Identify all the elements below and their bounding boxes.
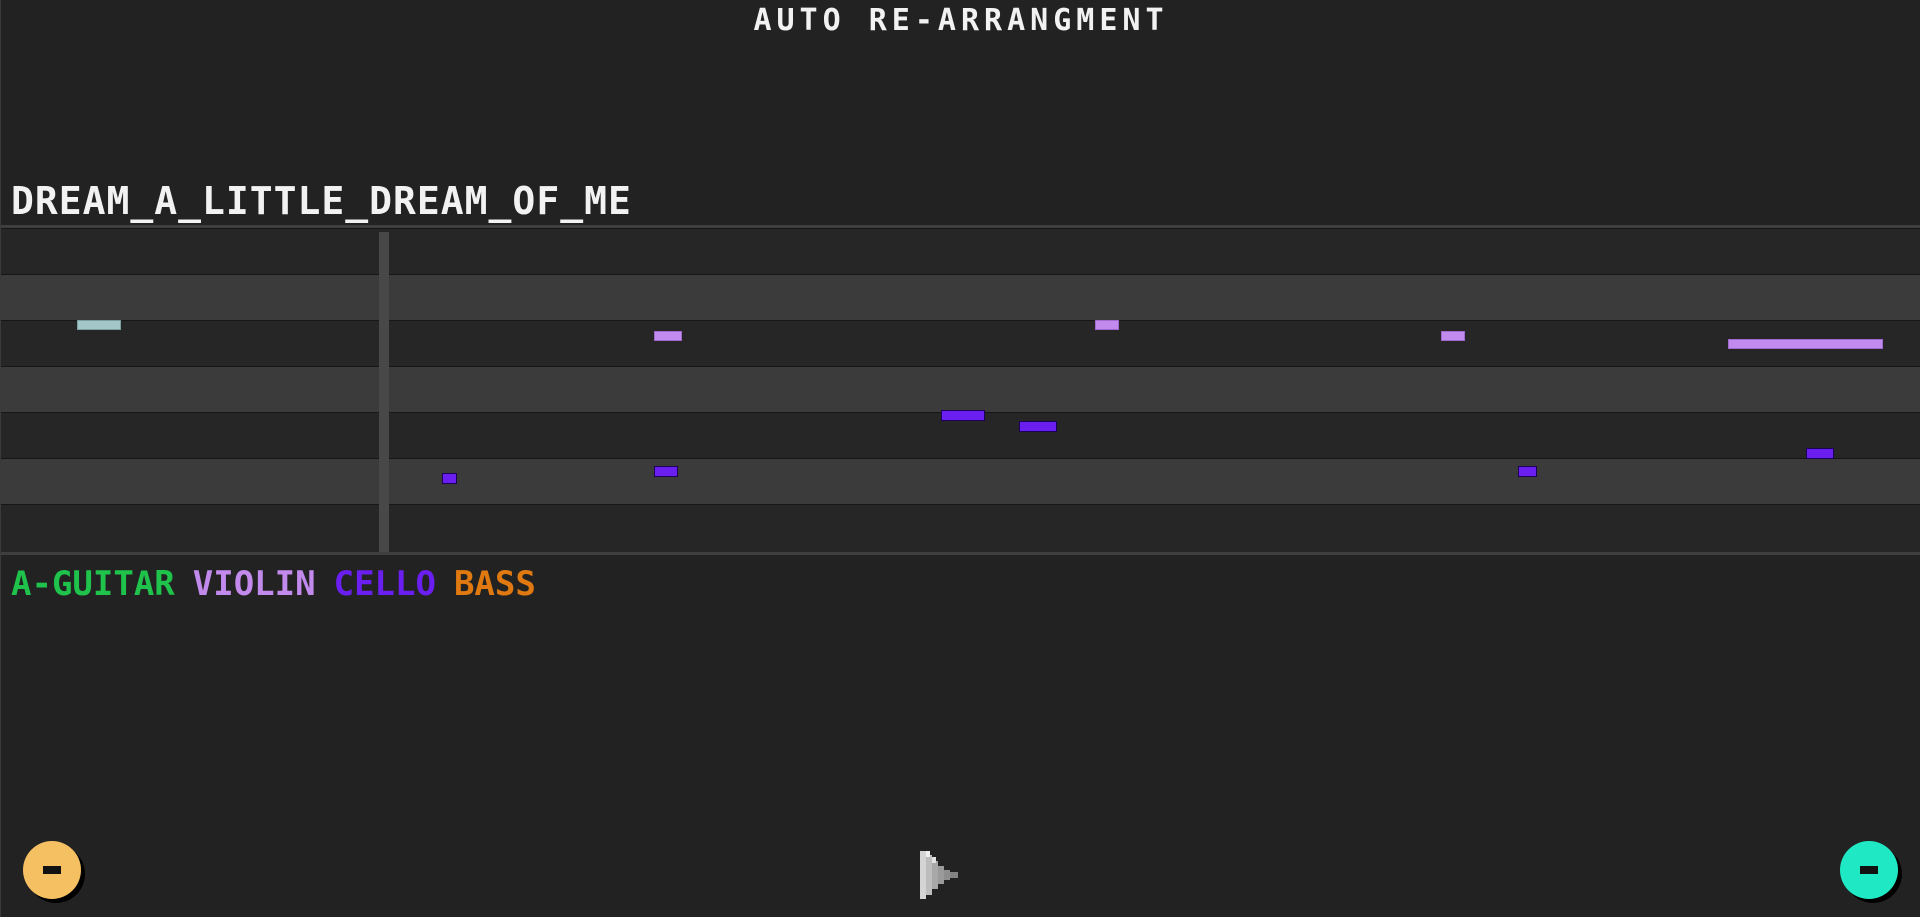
note-cello[interactable] (1019, 421, 1057, 432)
note-cello[interactable] (442, 473, 457, 484)
minus-icon (43, 866, 61, 874)
note-cello[interactable] (1806, 448, 1834, 459)
minus-icon (1860, 866, 1878, 874)
legend-bass: BASS (453, 564, 536, 604)
piano-roll-lane (1, 366, 1920, 412)
piano-roll-lane (1, 228, 1920, 274)
piano-roll[interactable] (1, 228, 1920, 552)
piano-roll-lane (1, 504, 1920, 552)
note-cello[interactable] (941, 410, 985, 421)
legend-cello: CELLO (333, 564, 436, 604)
right-minus-button[interactable] (1840, 841, 1898, 899)
note-guitar[interactable] (77, 320, 121, 330)
play-icon (920, 851, 958, 899)
piano-roll-lane (1, 458, 1920, 504)
piano-roll-lane (1, 320, 1920, 366)
note-cello[interactable] (654, 466, 678, 477)
instrument-legend: A-GUITAR VIOLIN CELLO BASS (11, 562, 554, 606)
note-cello[interactable] (1518, 466, 1537, 477)
note-violin[interactable] (1441, 331, 1465, 341)
song-title: DREAM_A_LITTLE_DREAM_OF_ME (11, 179, 632, 223)
note-violin[interactable] (654, 331, 682, 341)
note-violin[interactable] (1728, 339, 1883, 349)
note-violin[interactable] (1095, 320, 1119, 330)
playhead[interactable] (379, 232, 389, 552)
left-minus-button[interactable] (23, 841, 81, 899)
app-title: AUTO RE-ARRANGMENT (753, 3, 1169, 38)
legend-a-guitar: A-GUITAR (11, 564, 175, 604)
piano-roll-bottom-border (1, 552, 1920, 555)
legend-violin: VIOLIN (192, 564, 316, 604)
piano-roll-lane (1, 274, 1920, 320)
play-button[interactable] (920, 851, 962, 899)
